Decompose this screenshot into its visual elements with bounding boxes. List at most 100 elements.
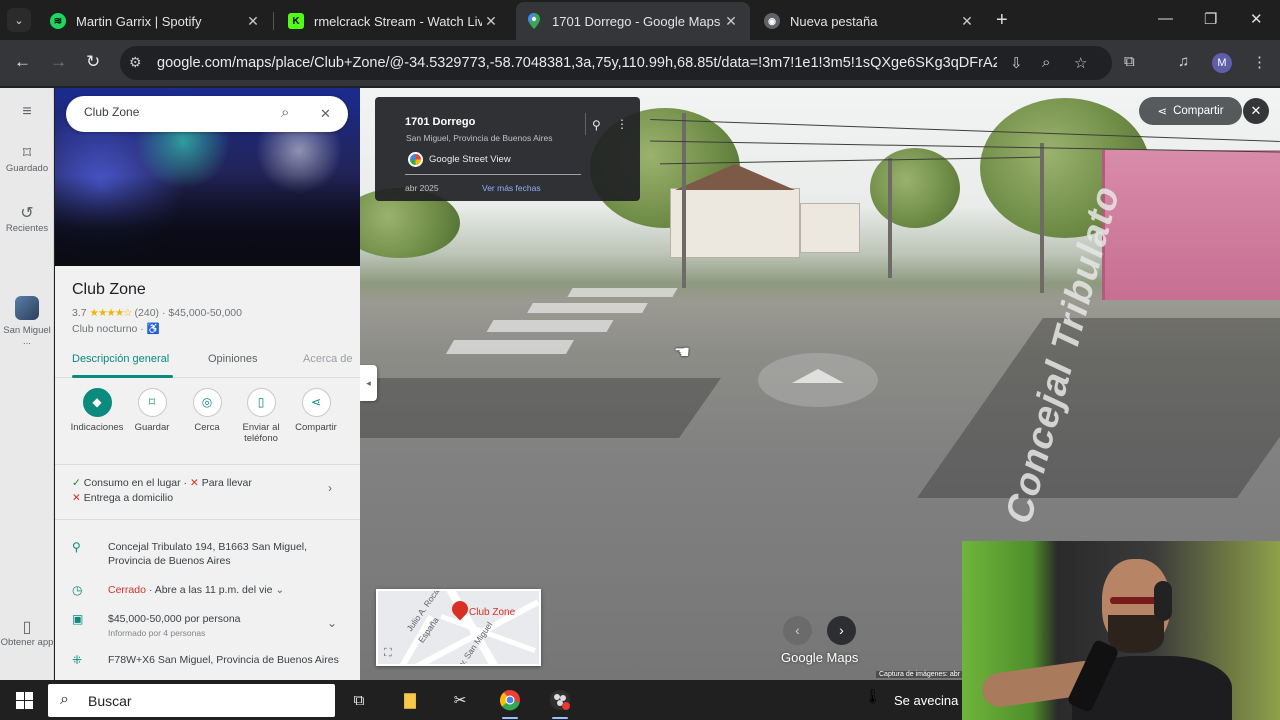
service-takeout: Para llevar xyxy=(201,477,252,489)
tab-spotify[interactable]: ≋ Martin Garrix | Spotify ✕ xyxy=(40,4,272,38)
restore-button[interactable]: ❐ xyxy=(1204,10,1217,28)
chevron-down-icon[interactable]: ⌄ xyxy=(327,616,337,630)
close-window-button[interactable]: ✕ xyxy=(1250,10,1263,28)
share-icon: ⋖ xyxy=(1157,106,1168,118)
share-button[interactable]: ⋖ Compartir xyxy=(288,388,344,433)
rail-item-label: Recientes xyxy=(5,223,49,234)
close-street-view-button[interactable]: ✕ xyxy=(1243,98,1269,124)
crosswalk-stripe xyxy=(527,303,648,313)
kick-icon: K xyxy=(288,13,304,29)
service-dine-in: Consumo en el lugar xyxy=(83,477,181,489)
close-icon[interactable]: ✕ xyxy=(482,13,500,30)
utility-pole xyxy=(888,158,892,278)
search-input[interactable] xyxy=(84,105,264,119)
extensions-icon[interactable]: ⧉ xyxy=(1124,53,1135,70)
action-buttons: ◆ Indicaciones ⌑ Guardar ◎ Cerca ▯ Envia… xyxy=(55,388,360,458)
next-photo-button[interactable]: › xyxy=(827,616,856,645)
chevron-up-icon xyxy=(792,369,844,383)
url-text[interactable]: google.com/maps/place/Club+Zone/@-34.532… xyxy=(157,55,997,71)
place-category[interactable]: Club nocturno xyxy=(72,323,137,335)
close-icon[interactable]: ✕ xyxy=(958,13,976,30)
more-options-icon[interactable]: ⋮ xyxy=(616,117,628,131)
reload-button[interactable]: ↻ xyxy=(86,52,100,72)
power-line xyxy=(650,140,1280,153)
nearby-button[interactable]: ◎ Cerca xyxy=(179,388,235,433)
service-options-2: ✕ Entrega a domicilio xyxy=(72,492,173,504)
capcut-icon[interactable]: ✂ xyxy=(448,688,472,712)
close-icon[interactable]: ✕ xyxy=(320,106,331,122)
tab-new-tab[interactable]: ◉ Nueva pestaña ✕ xyxy=(754,4,986,38)
street-view-forward-arrow[interactable] xyxy=(758,353,878,407)
new-tab-button[interactable]: + xyxy=(996,10,1008,30)
tab-title: Nueva pestaña xyxy=(790,13,878,29)
active-tab-indicator xyxy=(72,375,173,378)
check-icon: ✓ xyxy=(72,477,81,489)
phone-icon: ▯ xyxy=(22,619,32,636)
taskbar-search[interactable]: ⌕ Buscar xyxy=(48,684,335,717)
directions-button[interactable]: ◆ Indicaciones xyxy=(69,388,125,433)
tab-search-button[interactable]: ⌄ xyxy=(7,8,31,32)
minimize-button[interactable]: — xyxy=(1158,10,1173,27)
send-to-phone-button[interactable]: ▯ Enviar al teléfono xyxy=(233,388,289,444)
file-explorer-icon[interactable]: ▇ xyxy=(398,688,422,712)
street-view-info-card: 1701 Dorrego San Miguel, Provincia de Bu… xyxy=(375,97,640,201)
media-controls-icon[interactable]: ♫ xyxy=(1178,53,1189,70)
capture-date: abr 2025 xyxy=(405,183,439,193)
share-street-view-button[interactable]: ⋖ Compartir xyxy=(1139,97,1242,125)
hand-cursor-icon: ☚ xyxy=(674,342,691,362)
chrome-icon[interactable] xyxy=(498,688,522,712)
streamer-beard xyxy=(1108,615,1164,653)
weather-icon[interactable]: 🌡 xyxy=(864,688,882,705)
rail-item-recents[interactable]: ↺ Recientes xyxy=(0,206,54,235)
rail-item-label: Obtener app xyxy=(0,637,54,648)
location-pin-icon[interactable]: ⚲ xyxy=(592,118,601,132)
expand-icon[interactable]: ⛶ xyxy=(384,647,392,660)
active-app-indicator xyxy=(502,717,518,719)
collapse-panel-button[interactable]: ◂ xyxy=(360,365,377,401)
tab-overview[interactable]: Descripción general xyxy=(72,353,169,365)
tab-about[interactable]: Acerca de xyxy=(303,353,353,365)
rating-value: 3.7 xyxy=(72,307,87,319)
tab-google-maps[interactable]: 1701 Dorrego - Google Maps ✕ xyxy=(516,2,750,40)
main-menu-icon[interactable]: ≡ xyxy=(0,104,54,120)
windows-start-icon[interactable] xyxy=(16,692,33,709)
save-button[interactable]: ⌑ Guardar xyxy=(124,388,180,433)
search-icon[interactable]: ⌕ xyxy=(281,104,289,121)
site-info-icon[interactable]: ⚙ xyxy=(129,54,142,71)
task-view-icon[interactable]: ⧉ xyxy=(347,688,371,712)
rail-item-get-app[interactable]: ▯ Obtener app xyxy=(0,619,54,649)
bookmark-star-icon[interactable]: ☆ xyxy=(1074,54,1087,72)
review-count[interactable]: (240) xyxy=(135,307,160,319)
rail-item-recent-place[interactable]: San Miguel ... xyxy=(0,296,54,347)
tab-title: rmelcrack Stream - Watch Live o xyxy=(314,13,482,29)
windows-taskbar: ⌕ Buscar ⧉ ▇ ✂ 🌡 Se avecina xyxy=(0,680,962,720)
hours-text: Cerrado · Abre a las 11 p.m. del vie ⌄ xyxy=(108,584,285,596)
chevron-right-icon[interactable]: › xyxy=(328,481,332,495)
install-app-icon[interactable]: ⇩ xyxy=(1010,54,1023,72)
rail-item-saved[interactable]: ⌑ Guardado xyxy=(0,146,54,175)
tab-kick[interactable]: K rmelcrack Stream - Watch Live o ✕ xyxy=(278,4,510,38)
zoom-icon[interactable]: ⌕ xyxy=(1042,54,1050,71)
street-view-logo-icon xyxy=(408,152,423,167)
profile-avatar[interactable]: M xyxy=(1212,53,1232,73)
directions-icon: ◆ xyxy=(82,388,112,417)
close-icon[interactable]: ✕ xyxy=(722,13,740,30)
share-label: Compartir xyxy=(1173,105,1224,117)
obs-icon[interactable] xyxy=(548,688,572,712)
weather-text[interactable]: Se avecina xyxy=(894,693,958,708)
close-icon[interactable]: ✕ xyxy=(244,13,262,30)
previous-photo-button[interactable]: ‹ xyxy=(783,616,812,645)
address-bar[interactable]: ⚙ google.com/maps/place/Club+Zone/@-34.5… xyxy=(120,46,1112,80)
utility-pole xyxy=(682,113,686,288)
browser-menu-icon[interactable]: ⋮ xyxy=(1252,53,1267,71)
service-options[interactable]: ✓ Consumo en el lugar · ✕ Para llevar xyxy=(72,477,252,489)
location-pin-icon: ⚲ xyxy=(72,540,81,554)
action-label: Enviar al teléfono xyxy=(242,422,280,444)
back-button[interactable]: ← xyxy=(14,52,31,72)
tab-reviews[interactable]: Opiniones xyxy=(208,353,258,365)
forward-button[interactable]: → xyxy=(50,52,67,72)
chevron-down-icon[interactable]: ⌄ xyxy=(275,584,284,596)
mini-map[interactable]: Julio A. Roca España Av. San Miguel Club… xyxy=(376,589,541,666)
taskbar-search-placeholder: Buscar xyxy=(88,693,132,709)
more-dates-link[interactable]: Ver más fechas xyxy=(482,183,541,193)
